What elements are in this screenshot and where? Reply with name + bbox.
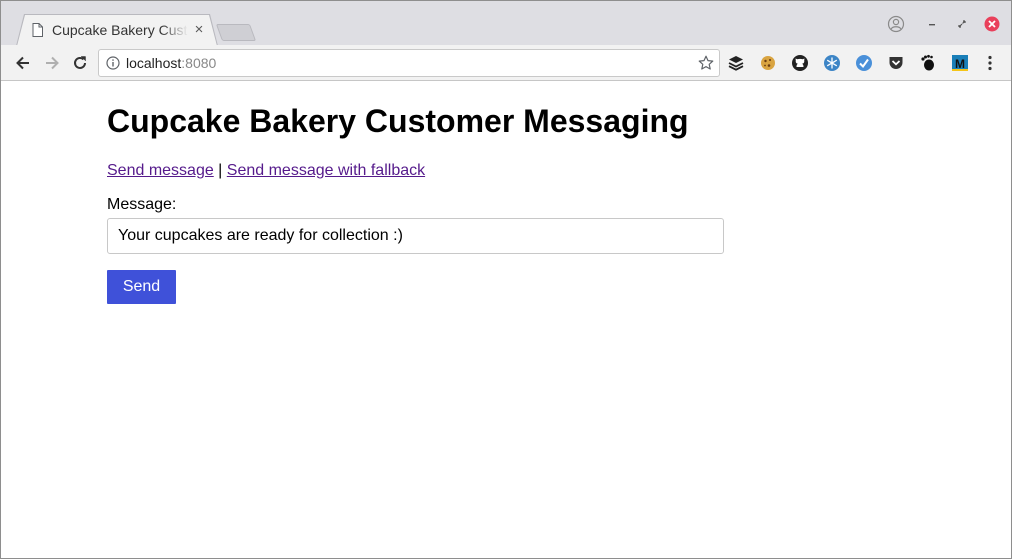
address-bar[interactable]: localhost:8080: [98, 49, 720, 77]
send-button[interactable]: Send: [107, 270, 176, 304]
profile-icon[interactable]: [887, 15, 905, 33]
checkmark-badge-icon[interactable]: [855, 54, 873, 72]
url-text[interactable]: localhost:8080: [126, 55, 216, 71]
bookmark-star-icon[interactable]: [698, 55, 714, 71]
layers-icon[interactable]: [727, 54, 745, 72]
document-icon: [32, 23, 43, 37]
url-port: :8080: [181, 55, 217, 71]
tab-title: Cupcake Bakery Customer Messaging: [52, 22, 188, 38]
send-message-with-fallback-link[interactable]: Send message with fallback: [227, 162, 425, 179]
minimize-icon[interactable]: [923, 15, 941, 33]
nav-links: Send message | Send message with fallbac…: [107, 161, 425, 181]
github-icon[interactable]: [791, 54, 809, 72]
tab-strip: Cupcake Bakery Customer Messaging ×: [1, 1, 1011, 45]
m-badge-icon[interactable]: M: [951, 54, 969, 72]
restore-icon[interactable]: [953, 15, 971, 33]
link-separator: |: [213, 162, 227, 179]
snowflake-icon[interactable]: [823, 54, 841, 72]
gnome-foot-icon[interactable]: [919, 54, 937, 72]
url-host: localhost: [126, 55, 182, 71]
browser-toolbar: localhost:8080 M: [1, 45, 1011, 81]
kebab-menu-icon[interactable]: [981, 54, 999, 72]
page-content: Cupcake Bakery Customer Messaging Send m…: [1, 82, 1011, 558]
message-label: Message:: [107, 196, 177, 213]
pocket-icon[interactable]: [887, 54, 905, 72]
close-icon[interactable]: [983, 15, 1001, 33]
forward-arrow-icon[interactable]: [43, 54, 61, 72]
back-arrow-icon[interactable]: [14, 54, 32, 72]
send-message-link[interactable]: Send message: [107, 162, 214, 179]
svg-text:M: M: [955, 57, 965, 71]
message-input[interactable]: [107, 218, 724, 254]
new-tab-button[interactable]: [215, 24, 257, 41]
reload-icon[interactable]: [71, 54, 89, 72]
cookie-icon[interactable]: [759, 54, 777, 72]
page-title: Cupcake Bakery Customer Messaging: [107, 103, 689, 139]
browser-window: Cupcake Bakery Customer Messaging ×: [0, 0, 1012, 559]
tab-close-icon[interactable]: ×: [192, 22, 206, 38]
info-icon[interactable]: [106, 56, 120, 70]
